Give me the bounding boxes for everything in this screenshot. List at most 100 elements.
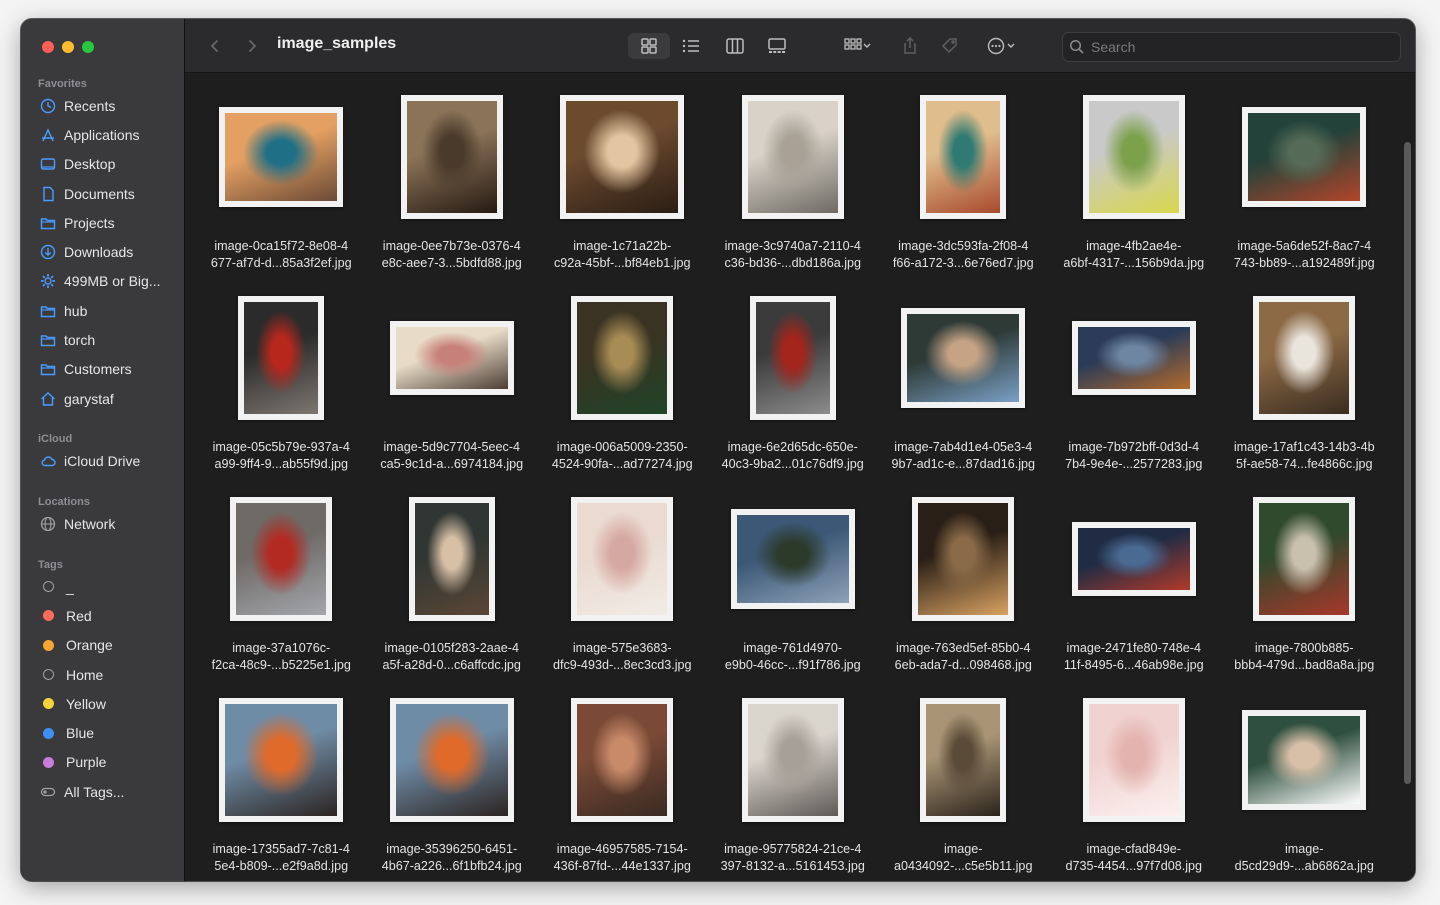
file-item[interactable]: image-3dc593fa-2f08-4 f66-a172-3...6e76ed… [878,94,1049,295]
sidebar-item-hub[interactable]: hub [21,296,185,325]
sidebar-item-network[interactable]: Network [21,509,185,538]
group-by-button[interactable] [835,33,879,59]
file-item[interactable]: image-5d9c7704-5eec-4 ca5-9c1d-a...697418… [367,295,538,496]
file-thumbnail[interactable] [1242,710,1367,810]
file-item[interactable]: image-5a6de52f-8ac7-4 743-bb89-...a192489… [1219,94,1390,295]
more-actions-button[interactable] [980,33,1024,59]
file-thumbnail[interactable] [219,107,344,207]
tag-icon [941,38,957,54]
folder-icon [40,303,56,319]
tag-button[interactable] [935,33,965,59]
file-thumbnail[interactable] [1082,95,1185,219]
file-item[interactable]: image-05c5b79e-937a-4 a99-9ff4-9...ab55f9… [196,295,367,496]
file-item[interactable]: image-4fb2ae4e-a6bf-4317-...156b9da.jpg [1049,94,1220,295]
vertical-scrollbar[interactable] [1404,142,1411,784]
minimize-button[interactable] [62,41,74,53]
sidebar-item-blue[interactable]: Blue [21,718,185,747]
folder-icon [40,361,56,377]
file-thumbnail[interactable] [238,296,325,420]
sidebar-item-applications[interactable]: Applications [21,120,185,149]
file-thumbnail[interactable] [920,698,1007,822]
file-item[interactable]: image-95775824-21ce-4 397-8132-a...516145… [708,697,879,881]
file-item[interactable]: image-46957585-7154- 436f-87fd-...44e1337… [537,697,708,881]
file-item[interactable]: image-d5cd29d9-...ab6862a.jpg [1219,697,1390,881]
file-thumbnail[interactable] [741,698,844,822]
file-item[interactable]: image-763ed5ef-85b0-4 6eb-ada7-d...098468… [878,496,1049,697]
file-item[interactable]: image-35396250-6451- 4b67-a226...6f1bfb24… [367,697,538,881]
file-item[interactable]: image-7800b885- bbb4-479d...bad8a8a.jpg [1219,496,1390,697]
sidebar-item-documents[interactable]: Documents [21,179,185,208]
file-thumbnail[interactable] [408,497,495,621]
sidebar-item-projects[interactable]: Projects [21,208,185,237]
sidebar-item-icloud-drive[interactable]: iCloud Drive [21,446,185,475]
file-item[interactable]: image-1c71a22b-c92a-45bf-...bf84eb1.jpg [537,94,708,295]
close-button[interactable] [42,41,54,53]
file-item[interactable]: image-3c9740a7-2110-4 c36-bd36-...dbd186a… [708,94,879,295]
file-thumbnail[interactable] [571,497,674,621]
file-item[interactable]: image-cfad849e-d735-4454...97f7d08.jpg [1049,697,1220,881]
zoom-button[interactable] [82,41,94,53]
column-view-button[interactable] [715,33,755,59]
list-view-button[interactable] [671,33,711,59]
file-thumbnail[interactable] [749,296,836,420]
sidebar-item-label: garystaf [64,390,114,407]
file-item[interactable]: image-0ee7b73e-0376-4 e8c-aee7-3...5bdfd8… [367,94,538,295]
file-item[interactable]: image-2471fe80-748e-4 11f-8495-6...46ab98… [1049,496,1220,697]
sidebar-item-recents[interactable]: Recents [21,91,185,120]
file-thumbnail[interactable] [1253,296,1356,420]
file-thumbnail[interactable] [912,497,1015,621]
search-field[interactable] [1062,32,1401,62]
sidebar-item-garystaf[interactable]: garystaf [21,384,185,413]
file-item[interactable]: image-575e3683- dfc9-493d-...8ec3cd3.jpg [537,496,708,697]
file-item[interactable]: image-a0434092-...c5e5b11.jpg [878,697,1049,881]
file-item[interactable]: image-37a1076c-f2ca-48c9-...b5225e1.jpg [196,496,367,697]
sidebar-item-torch[interactable]: torch [21,325,185,354]
file-thumbnail[interactable] [1071,522,1196,596]
sidebar-item-all-tags[interactable]: All Tags... [21,777,185,806]
file-thumbnail[interactable] [560,95,685,219]
sidebar-item-yellow[interactable]: Yellow [21,689,185,718]
sidebar-item-red[interactable]: Red [21,601,185,630]
back-button[interactable] [205,36,225,56]
file-thumbnail[interactable] [219,698,344,822]
file-thumbnail[interactable] [571,698,674,822]
file-thumbnail[interactable] [230,497,333,621]
file-item[interactable]: image-0105f283-2aae-4 a5f-a28d-0...c6affc… [367,496,538,697]
file-thumbnail[interactable] [730,509,855,609]
sidebar-item-label: torch [64,332,96,349]
file-thumbnail[interactable] [741,95,844,219]
sidebar-item-underscore-tag[interactable]: _ [21,572,185,601]
sidebar-item-499mb-or-big[interactable]: 499MB or Big... [21,267,185,296]
file-thumbnail[interactable] [400,95,503,219]
file-item[interactable]: image-17355ad7-7c81-4 5e4-b809-...e2f9a8d… [196,697,367,881]
file-item[interactable]: image-0ca15f72-8e08-4 677-af7d-d...85a3f2… [196,94,367,295]
sidebar-item-purple[interactable]: Purple [21,748,185,777]
icon-view-button[interactable] [628,33,670,59]
file-item[interactable]: image-006a5009-2350- 4524-90fa-...ad77274… [537,295,708,496]
file-thumbnail[interactable] [1082,698,1185,822]
sidebar-item-home[interactable]: Home [21,660,185,689]
file-item[interactable]: image-17af1c43-14b3-4b 5f-ae58-74...fe486… [1219,295,1390,496]
file-thumbnail[interactable] [389,698,514,822]
gallery-view-button[interactable] [757,33,797,59]
search-input[interactable] [1091,39,1371,55]
file-item[interactable]: image-761d4970- e9b0-46cc-...f91f786.jpg [708,496,879,697]
file-thumbnail[interactable] [571,296,674,420]
sidebar-item-desktop[interactable]: Desktop [21,150,185,179]
forward-button[interactable] [242,36,262,56]
file-thumbnail[interactable] [1253,497,1356,621]
sidebar-item-customers[interactable]: Customers [21,355,185,384]
file-name-line-2: d5cd29d9-...ab6862a.jpg [1234,859,1374,873]
file-thumbnail[interactable] [901,308,1026,408]
file-thumbnail[interactable] [1242,107,1367,207]
sidebar-item-downloads[interactable]: Downloads [21,237,185,266]
file-item[interactable]: image-7ab4d1e4-05e3-4 9b7-ad1c-e...87dad1… [878,295,1049,496]
file-thumbnail[interactable] [920,95,1007,219]
file-thumbnail[interactable] [1071,321,1196,395]
file-thumbnail[interactable] [389,321,514,395]
file-item[interactable]: image-7b972bff-0d3d-4 7b4-9e4e-...2577283… [1049,295,1220,496]
sidebar-item-orange[interactable]: Orange [21,631,185,660]
file-name-line-2: 7b4-9e4e-...2577283.jpg [1065,457,1203,471]
file-item[interactable]: image-6e2d65dc-650e- 40c3-9ba2...01c76df9… [708,295,879,496]
share-button[interactable] [895,33,925,59]
